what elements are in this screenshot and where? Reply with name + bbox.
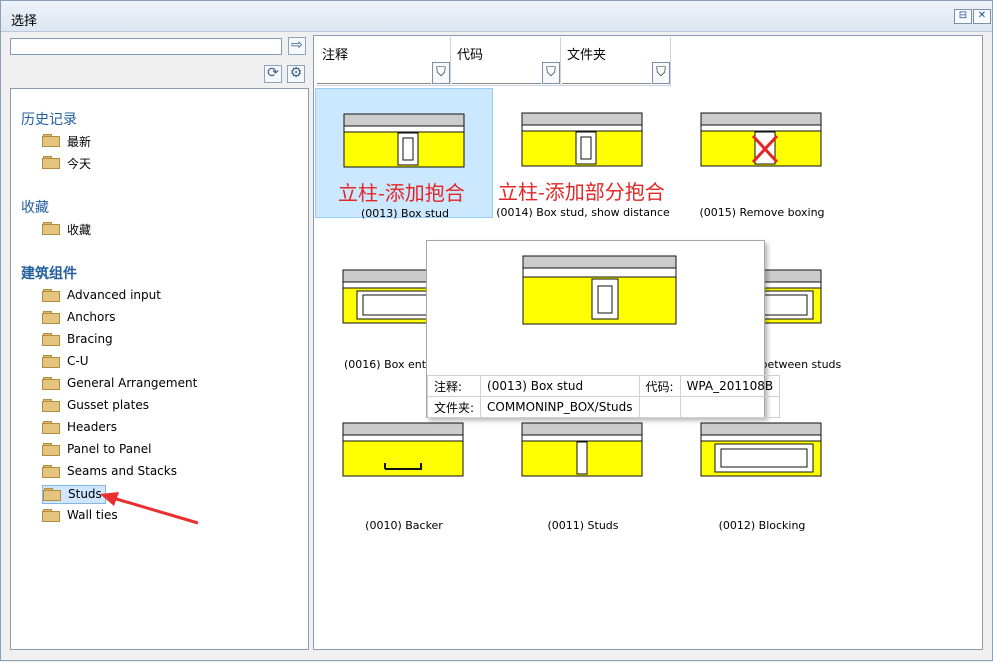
- filter-icon[interactable]: ⛉: [652, 62, 670, 84]
- folder-icon: [42, 355, 60, 368]
- components-title: 建筑组件: [21, 266, 77, 282]
- folder-icon: [42, 399, 60, 412]
- tile-0013-box-stud[interactable]: 立柱-添加抱合 (0013) Box stud: [315, 88, 493, 220]
- selection-window: 选择 ⊟ ✕ ⇨ ⟳ ⚙ 历史记录 最新 今天 收藏 收藏 建筑组件 Advan…: [0, 0, 993, 661]
- history-item[interactable]: 今天: [42, 154, 212, 173]
- tile-0010-backer[interactable]: (0010) Backer: [315, 401, 493, 532]
- tree-item-c-u[interactable]: C-U: [42, 353, 212, 372]
- filter-icon[interactable]: ⛉: [542, 62, 560, 84]
- folder-icon: [42, 311, 60, 324]
- search-input[interactable]: [10, 38, 282, 55]
- header-code[interactable]: 代码 ⛉: [451, 37, 561, 86]
- tree-item-advanced-input[interactable]: Advanced input: [42, 287, 212, 306]
- popup-code-value: WPA_201108B: [679, 375, 781, 397]
- pin-icon[interactable]: ⊟: [954, 9, 972, 24]
- tile-0014-box-stud-show-distance[interactable]: 立柱-添加部分抱合 (0014) Box stud, show distance: [494, 88, 672, 219]
- folder-icon: [42, 509, 60, 522]
- header-comment[interactable]: 注释 ⛉: [316, 37, 451, 86]
- folder-icon: [42, 289, 60, 302]
- popup-comment-label: 注释:: [426, 375, 482, 397]
- popup-code-label: 代码:: [638, 375, 681, 397]
- tree-item-gusset-plates[interactable]: Gusset plates: [42, 397, 212, 416]
- refresh-icon[interactable]: ⟳: [264, 65, 282, 83]
- folder-icon: [42, 377, 60, 390]
- title-bar: 选择 ⊟ ✕: [1, 1, 992, 32]
- tile-0012-blocking[interactable]: (0012) Blocking: [673, 401, 851, 532]
- favorites-title: 收藏: [21, 200, 49, 216]
- backer-preview: [342, 422, 464, 477]
- category-tree: 历史记录 最新 今天 收藏 收藏 建筑组件 Advanced input Anc…: [10, 88, 309, 650]
- popup-box-stud-preview: [522, 255, 677, 325]
- left-panel: ⇨ ⟳ ⚙ 历史记录 最新 今天 收藏 收藏 建筑组件 Advanced inp…: [6, 35, 309, 650]
- tree-item-wall-ties[interactable]: Wall ties: [42, 507, 212, 526]
- gear-icon[interactable]: ⚙: [287, 65, 305, 83]
- tree-item-general-arrangement[interactable]: General Arrangement: [42, 375, 212, 394]
- close-icon[interactable]: ✕: [973, 9, 991, 24]
- filter-icon[interactable]: ⛉: [432, 62, 450, 84]
- history-item[interactable]: 最新: [42, 132, 212, 151]
- tile-0015-remove-boxing[interactable]: (0015) Remove boxing: [673, 88, 851, 219]
- window-title: 选择: [11, 14, 38, 29]
- folder-icon: [42, 333, 60, 346]
- remove-boxing-preview: [700, 112, 822, 167]
- popup-details-table: 注释: (0013) Box stud 代码: WPA_201108B 文件夹:…: [426, 375, 781, 418]
- header-folder[interactable]: 文件夹 ⛉: [561, 37, 671, 86]
- folder-icon: [42, 134, 60, 147]
- folder-icon: [42, 465, 60, 478]
- popup-folder-label: 文件夹:: [426, 396, 482, 418]
- tree-item-headers[interactable]: Headers: [42, 419, 212, 438]
- popup-comment-value: (0013) Box stud: [480, 375, 640, 397]
- component-preview-popup: 注释: (0013) Box stud 代码: WPA_201108B 文件夹:…: [426, 240, 781, 418]
- folder-icon: [42, 222, 60, 235]
- tree-item-panel-to-panel[interactable]: Panel to Panel: [42, 441, 212, 460]
- folder-icon: [42, 443, 60, 456]
- favorites-item[interactable]: 收藏: [42, 220, 212, 239]
- history-title: 历史记录: [21, 112, 77, 128]
- tree-item-studs[interactable]: Studs: [42, 485, 106, 504]
- studs-preview: [521, 422, 643, 477]
- tree-item-bracing[interactable]: Bracing: [42, 331, 212, 350]
- arrow-right-icon[interactable]: ⇨: [288, 37, 306, 55]
- tile-0011-studs[interactable]: (0011) Studs: [494, 401, 672, 532]
- popup-folder-value: COMMONINP_BOX/Studs: [480, 396, 640, 418]
- folder-icon: [42, 421, 60, 434]
- tree-item-seams-and-stacks[interactable]: Seams and Stacks: [42, 463, 212, 482]
- blocking-preview: [700, 422, 822, 477]
- folder-icon: [42, 156, 60, 169]
- folder-icon: [43, 488, 61, 501]
- tree-item-anchors[interactable]: Anchors: [42, 309, 212, 328]
